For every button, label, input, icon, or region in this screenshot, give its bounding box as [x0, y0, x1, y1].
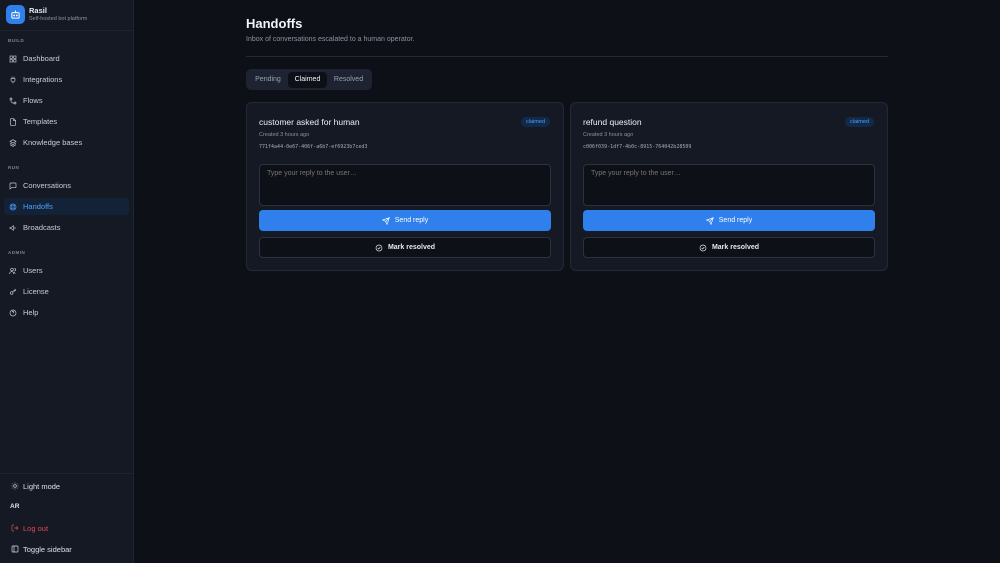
brand[interactable]: Rasil Self-hosted bot platform: [6, 5, 87, 24]
sidebar-icon: [10, 544, 20, 554]
grid-icon: [8, 54, 18, 64]
avatar[interactable]: AR: [10, 503, 19, 510]
reply-input[interactable]: [583, 164, 875, 206]
mark-resolved-button[interactable]: Mark resolved: [259, 237, 551, 258]
toggle-sidebar-button[interactable]: Toggle sidebar: [10, 544, 72, 554]
sidebar-item-conversations[interactable]: Conversations: [4, 177, 129, 194]
send-reply-label: Send reply: [718, 217, 753, 224]
tab-claimed[interactable]: Claimed: [288, 71, 327, 88]
sidebar-item-label: Broadcasts: [23, 223, 61, 232]
sidebar-item-integrations[interactable]: Integrations: [4, 71, 129, 88]
sun-icon: [10, 481, 20, 491]
section-label-run: RUN: [8, 165, 20, 170]
logout-button[interactable]: Log out: [10, 523, 48, 533]
theme-toggle-button[interactable]: Light mode: [10, 481, 60, 491]
sidebar-item-label: License: [23, 287, 49, 296]
sidebar-item-label: Handoffs: [23, 202, 53, 211]
card-title: refund question: [583, 117, 642, 127]
sidebar-item-label: Knowledge bases: [23, 138, 83, 147]
check-circle-icon: [699, 243, 708, 252]
tab-resolved[interactable]: Resolved: [327, 72, 370, 88]
status-badge: claimed: [521, 117, 550, 127]
help-icon: [8, 308, 18, 318]
sidebar-item-dashboard[interactable]: Dashboard: [4, 50, 129, 67]
status-tabs: Pending Claimed Resolved: [246, 69, 372, 90]
bot-logo-icon: [6, 5, 25, 24]
sidebar: Rasil Self-hosted bot platform BUILD Das…: [0, 0, 134, 563]
megaphone-icon: [8, 223, 18, 233]
sidebar-item-users[interactable]: Users: [4, 262, 129, 279]
send-icon: [706, 216, 715, 225]
send-reply-button[interactable]: Send reply: [259, 210, 551, 231]
conversation-id: 771f4a44-0e67-406f-a6b7-ef6923b7ced3: [259, 144, 368, 150]
brand-name: Rasil: [29, 6, 47, 15]
chat-icon: [8, 181, 18, 191]
sidebar-item-broadcasts[interactable]: Broadcasts: [4, 219, 129, 236]
send-reply-label: Send reply: [394, 217, 429, 224]
sidebar-item-flows[interactable]: Flows: [4, 92, 129, 109]
file-icon: [8, 117, 18, 127]
flow-icon: [8, 96, 18, 106]
handoff-card: customer asked for human claimed Created…: [246, 102, 564, 271]
sidebar-item-label: Dashboard: [23, 54, 60, 63]
sidebar-item-help[interactable]: Help: [4, 304, 129, 321]
mark-resolved-label: Mark resolved: [387, 244, 436, 251]
sidebar-item-label: Users: [23, 266, 43, 275]
logout-label: Log out: [23, 523, 49, 533]
send-reply-button[interactable]: Send reply: [583, 210, 875, 231]
sidebar-item-templates[interactable]: Templates: [4, 113, 129, 130]
created-time: Created 3 hours ago: [259, 132, 310, 138]
toggle-sidebar-label: Toggle sidebar: [23, 544, 72, 554]
sidebar-item-label: Help: [23, 308, 39, 317]
logout-icon: [10, 523, 20, 533]
sidebar-item-license[interactable]: License: [4, 283, 129, 300]
page-subtitle: Inbox of conversations escalated to a hu…: [246, 36, 415, 43]
mark-resolved-label: Mark resolved: [711, 244, 760, 251]
sidebar-item-label: Conversations: [23, 181, 71, 190]
divider: [246, 56, 888, 57]
card-title: customer asked for human: [259, 117, 360, 127]
brand-subtitle: Self-hosted bot platform: [29, 16, 88, 22]
sidebar-item-handoffs[interactable]: Handoffs: [4, 198, 129, 215]
send-icon: [382, 216, 391, 225]
life-buoy-icon: [8, 202, 18, 212]
page-title: Handoffs: [246, 16, 303, 31]
users-icon: [8, 266, 18, 276]
sidebar-item-label: Templates: [23, 117, 58, 126]
reply-input[interactable]: [259, 164, 551, 206]
mark-resolved-button[interactable]: Mark resolved: [583, 237, 875, 258]
created-time: Created 3 hours ago: [583, 132, 634, 138]
status-badge: claimed: [845, 117, 874, 127]
check-circle-icon: [375, 243, 384, 252]
book-icon: [8, 138, 18, 148]
theme-toggle-label: Light mode: [23, 481, 61, 491]
sidebar-item-knowledge-bases[interactable]: Knowledge bases: [4, 134, 129, 151]
plug-icon: [8, 75, 18, 85]
divider: [0, 473, 134, 474]
sidebar-item-label: Integrations: [23, 75, 63, 84]
section-label-build: BUILD: [8, 38, 25, 43]
divider: [0, 30, 134, 31]
section-label-admin: ADMIN: [8, 250, 26, 255]
conversation-id: c006f039-1df7-4b0c-8915-764042b28509: [583, 144, 692, 150]
sidebar-item-label: Flows: [23, 96, 43, 105]
key-icon: [8, 287, 18, 297]
handoff-card: refund question claimed Created 3 hours …: [570, 102, 888, 271]
tab-pending[interactable]: Pending: [248, 72, 288, 88]
